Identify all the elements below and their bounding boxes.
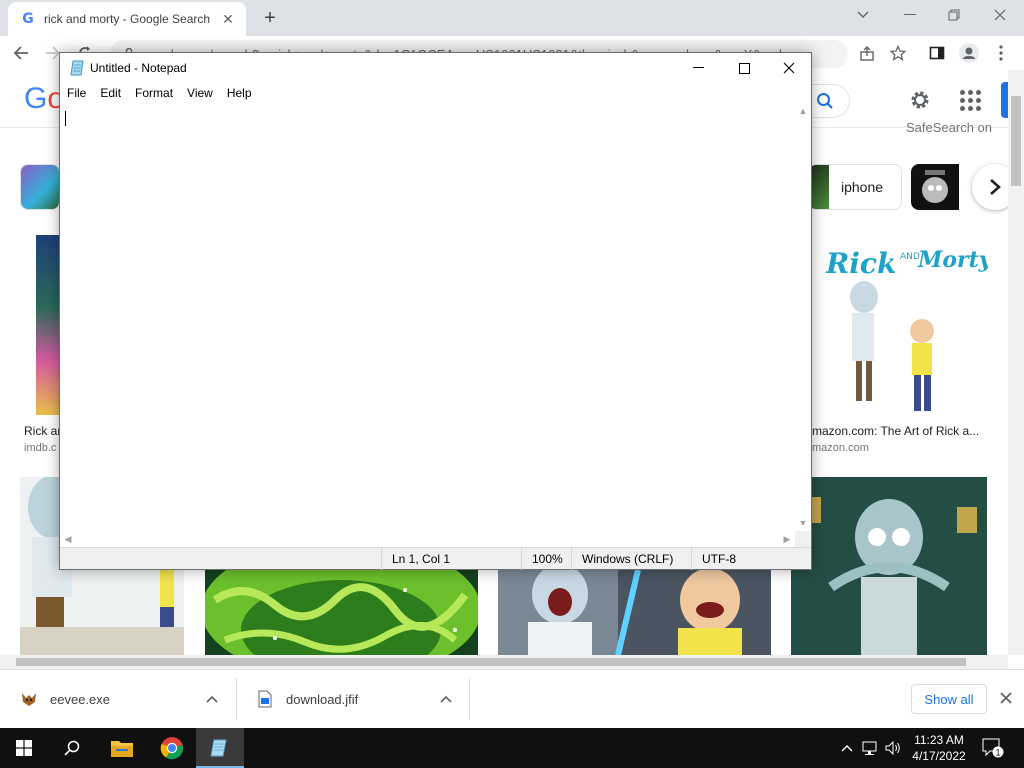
- related-chip-partial[interactable]: [20, 164, 60, 210]
- chip-label: iphone: [841, 179, 884, 195]
- svg-text:Morty: Morty: [917, 247, 988, 273]
- clock-time: 11:23 AM: [914, 733, 964, 747]
- menu-edit[interactable]: Edit: [93, 86, 128, 100]
- notepad-status-bar: Ln 1, Col 1 100% Windows (CRLF) UTF-8: [60, 547, 811, 570]
- network-icon[interactable]: [862, 738, 880, 758]
- svg-text:AND: AND: [900, 252, 920, 262]
- browser-minimize-button[interactable]: [888, 2, 932, 28]
- notepad-maximize-button[interactable]: [721, 53, 767, 83]
- chip-thumbnail: [21, 165, 59, 209]
- close-download-shelf-icon[interactable]: [996, 688, 1016, 708]
- scrollbar-corner: [795, 531, 811, 547]
- browser-close-button[interactable]: [978, 2, 1022, 28]
- scroll-right-arrow-icon[interactable]: ▶: [781, 533, 793, 545]
- tray-overflow-chevron-icon[interactable]: [838, 738, 856, 758]
- back-arrow-icon[interactable]: [8, 40, 34, 66]
- scroll-up-arrow-icon[interactable]: ▲: [797, 105, 809, 117]
- menu-help[interactable]: Help: [220, 86, 259, 100]
- download-item-eevee[interactable]: eevee.exe: [0, 670, 236, 728]
- page-horizontal-scrollbar[interactable]: [0, 655, 1008, 669]
- volume-icon[interactable]: [884, 738, 902, 758]
- related-chip-iphone[interactable]: iphone: [808, 164, 902, 210]
- file-explorer-icon[interactable]: [98, 728, 146, 768]
- image-result-tile[interactable]: [498, 570, 771, 655]
- image-result-title[interactable]: mazon.com: The Art of Rick a...: [812, 424, 979, 438]
- sign-in-button-edge[interactable]: [1001, 82, 1008, 118]
- image-file-icon: [258, 690, 272, 708]
- image-result-tile[interactable]: [205, 570, 478, 655]
- notepad-app-icon: [70, 60, 84, 76]
- notepad-title: Untitled - Notepad: [90, 61, 187, 75]
- google-apps-grid-icon[interactable]: [958, 88, 982, 112]
- text-cursor: [65, 111, 66, 126]
- download-separator: [469, 678, 470, 720]
- image-result-tile[interactable]: Rick AND Morty: [812, 235, 988, 415]
- notification-count: 1: [995, 748, 1000, 758]
- taskbar-search-icon[interactable]: [48, 728, 96, 768]
- settings-gear-icon[interactable]: [906, 86, 934, 114]
- scroll-down-arrow-icon[interactable]: ▼: [797, 517, 809, 529]
- download-shelf: eevee.exe download.jfif Show all: [0, 669, 1024, 728]
- notepad-vertical-scrollbar[interactable]: ▲ ▼: [795, 103, 811, 531]
- download-item-jfif[interactable]: download.jfif: [236, 670, 469, 728]
- browser-tab-strip: G rick and morty - Google Search ✕ +: [0, 0, 1024, 36]
- svg-text:Rick: Rick: [825, 247, 896, 280]
- action-center-notification-icon[interactable]: 1: [982, 738, 1004, 758]
- windows-start-icon[interactable]: [0, 728, 48, 768]
- show-all-downloads-button[interactable]: Show all: [911, 684, 987, 714]
- tab-close-icon[interactable]: ✕: [220, 11, 236, 27]
- download-filename: eevee.exe: [50, 691, 110, 707]
- chip-thumbnail: [809, 165, 829, 209]
- notepad-taskbar-icon[interactable]: [196, 728, 244, 768]
- menu-view[interactable]: View: [180, 86, 220, 100]
- safesearch-label[interactable]: SafeSearch on: [906, 120, 992, 135]
- status-zoom: 100%: [521, 548, 571, 570]
- image-result-source[interactable]: mazon.com: [812, 442, 869, 454]
- chips-next-arrow-icon[interactable]: [972, 164, 1008, 210]
- page-vertical-scrollbar[interactable]: [1008, 70, 1024, 655]
- browser-menu-kebab-icon[interactable]: [988, 40, 1014, 66]
- new-tab-button[interactable]: +: [258, 6, 282, 30]
- menu-file[interactable]: File: [60, 86, 93, 100]
- chrome-taskbar-icon[interactable]: [148, 728, 196, 768]
- download-filename: download.jfif: [286, 691, 359, 707]
- browser-tab-google-search[interactable]: G rick and morty - Google Search ✕: [8, 2, 246, 36]
- tab-title: rick and morty - Google Search: [44, 12, 211, 26]
- taskbar-clock[interactable]: 11:23 AM 4/17/2022: [906, 732, 972, 764]
- notepad-text-area[interactable]: [60, 103, 795, 531]
- tab-search-chevron-icon[interactable]: [852, 6, 874, 24]
- notepad-window: Untitled - Notepad File Edit Format View…: [59, 52, 812, 570]
- profile-avatar-icon[interactable]: [956, 40, 982, 66]
- status-encoding: UTF-8: [691, 548, 811, 570]
- search-icon: [816, 93, 833, 109]
- image-result-title[interactable]: Rick ar: [24, 424, 61, 438]
- notepad-close-button[interactable]: [766, 53, 812, 83]
- google-favicon-icon: G: [22, 11, 34, 27]
- image-result-tile[interactable]: [791, 477, 987, 655]
- vertical-scroll-thumb[interactable]: [1011, 96, 1021, 186]
- notepad-minimize-button[interactable]: [675, 53, 721, 83]
- image-result-source[interactable]: imdb.c: [24, 442, 56, 454]
- status-line-endings: Windows (CRLF): [571, 548, 691, 570]
- bookmark-star-icon[interactable]: [885, 40, 911, 66]
- scroll-left-arrow-icon[interactable]: ◀: [62, 533, 74, 545]
- clock-date: 4/17/2022: [912, 749, 966, 763]
- chevron-up-icon[interactable]: [440, 692, 452, 706]
- menu-format[interactable]: Format: [128, 86, 180, 100]
- status-cursor-position: Ln 1, Col 1: [381, 548, 521, 570]
- notepad-horizontal-scrollbar[interactable]: ◀ ▶: [60, 531, 795, 547]
- chevron-up-icon[interactable]: [206, 692, 218, 706]
- notepad-menu-bar: File Edit Format View Help: [60, 83, 811, 103]
- chip-thumbnail: [911, 164, 959, 210]
- share-icon[interactable]: [854, 40, 880, 66]
- side-panel-icon[interactable]: [924, 40, 950, 66]
- related-chip-partial-2[interactable]: [911, 164, 971, 210]
- horizontal-scroll-thumb[interactable]: [16, 658, 966, 666]
- eevee-file-icon: [22, 693, 36, 706]
- windows-taskbar: 11:23 AM 4/17/2022 1: [0, 728, 1024, 768]
- browser-restore-button[interactable]: [932, 2, 976, 28]
